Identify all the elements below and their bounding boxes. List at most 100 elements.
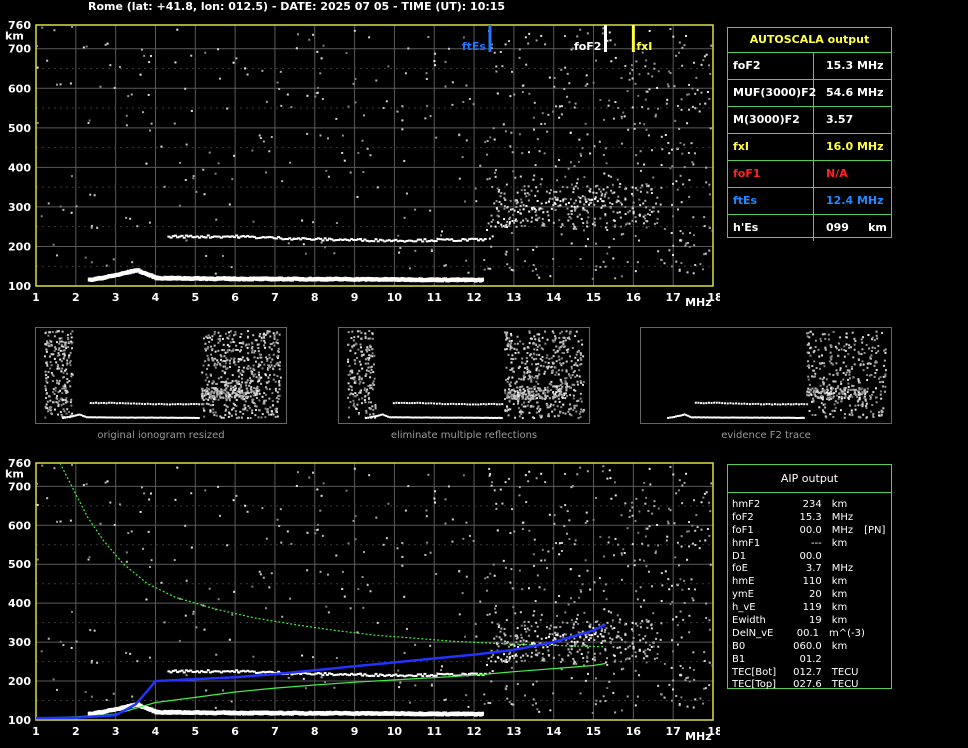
f2-echo-dot [639,626,642,629]
thumb-noise-dot [508,400,511,403]
f2-echo-dot [586,220,589,223]
background-noise-dot [569,198,572,201]
background-noise-dot [563,472,566,475]
thumb-noise-dot [233,403,236,406]
background-noise-dot [518,486,521,489]
f2-echo-dot [645,655,648,658]
es-layer-trace-dot [180,234,184,237]
thumb-noise-dot [276,361,279,364]
background-noise-dot [487,222,490,225]
f2-echo-dot [516,191,519,194]
f2-echo-dot [495,207,498,210]
background-noise-dot [586,133,589,136]
background-noise-dot [622,232,625,235]
y-tick-label: 200 [8,240,31,253]
thumb-noise-dot [59,389,62,392]
f2-echo-dot [535,214,538,217]
background-noise-dot [578,138,581,141]
background-noise-dot [629,509,632,512]
f2-echo-dot [652,210,655,213]
background-noise-dot [570,242,573,245]
thumb-noise-dot [504,348,507,351]
background-noise-dot [535,477,538,480]
es-layer-trace-dot [323,237,327,240]
thumb-noise-dot [45,377,48,380]
thumb-f2-dot [204,392,207,395]
thumb-es-dot [118,402,121,405]
thumb-noise-dot [372,412,375,415]
thumb-noise-dot [226,359,229,362]
f2-echo-dot [642,215,645,218]
f2-echo-dot [615,636,618,639]
background-noise-dot [451,518,454,521]
background-noise-dot [691,524,694,527]
thumb-noise-dot [213,364,216,367]
thumb-noise-dot [253,356,256,359]
background-noise-dot [610,611,613,614]
f2-echo-dot [646,185,649,188]
thumb-noise-dot [240,333,243,336]
background-noise-dot [650,627,653,630]
thumb-es-dot [124,402,127,405]
background-noise-dot [606,252,609,255]
thumb-e-dot [411,416,414,419]
f2-echo-dot [609,642,612,645]
thumb-noise-dot [552,332,555,335]
thumbnail-f2-image [640,327,892,424]
es-layer-trace-dot [235,669,239,672]
background-noise-dot [608,99,611,102]
thumb-e-dot [416,416,419,419]
thumb-noise-dot [371,337,374,340]
background-noise-dot [567,603,570,606]
background-noise-dot [614,711,617,714]
thumb-es-dot [168,403,171,406]
background-noise-dot [444,85,447,88]
thumb-noise-dot [571,346,574,349]
f2-echo-dot [540,202,543,205]
background-noise-dot [634,235,637,238]
f2-echo-dot [572,191,575,194]
background-noise-dot [59,83,62,86]
f2-layer-trace-dot [588,638,591,641]
background-noise-dot [217,162,220,165]
background-noise-dot [465,84,468,87]
thumb-noise-dot [204,349,207,352]
f2-echo-dot [580,652,583,655]
thumb-noise-dot [357,413,360,416]
f2-echo-dot [583,203,586,206]
thumb-noise-dot [565,386,568,389]
background-noise-dot [90,659,93,662]
thumb-noise-dot [214,411,217,414]
f2-echo-dot [588,634,591,637]
thumb-noise-dot [369,354,372,357]
background-noise-dot [113,523,116,526]
thumb-noise-dot [546,406,549,409]
background-noise-dot [647,544,650,547]
thumb-e-dot [481,416,484,419]
thumb-noise-dot [353,402,356,405]
background-noise-dot [654,115,657,118]
thumb-noise-dot [554,366,557,369]
thumb-e-dot [449,416,452,419]
background-noise-dot [55,83,58,86]
thumb-noise-dot [247,358,250,361]
thumb-noise-dot [582,381,585,384]
background-noise-dot [426,104,429,107]
f2-echo-dot [520,633,523,636]
thumb-e-dot [442,416,445,419]
thumb-noise-dot [508,383,511,386]
f2-layer-trace-dot [590,198,593,201]
thumb-noise-dot [534,338,537,341]
background-noise-dot [670,666,673,669]
thumb-noise-dot [278,394,281,397]
thumb-e-dot [175,416,178,419]
f2-echo-dot [576,650,579,653]
background-noise-dot [552,257,555,260]
background-noise-dot [578,160,581,163]
f2-layer-trace-dot [491,235,494,238]
thumb-e-dot [423,416,426,419]
background-noise-dot [474,623,477,626]
background-noise-dot [290,106,293,109]
thumb-es-dot [413,402,416,405]
f2-echo-dot [535,649,538,652]
